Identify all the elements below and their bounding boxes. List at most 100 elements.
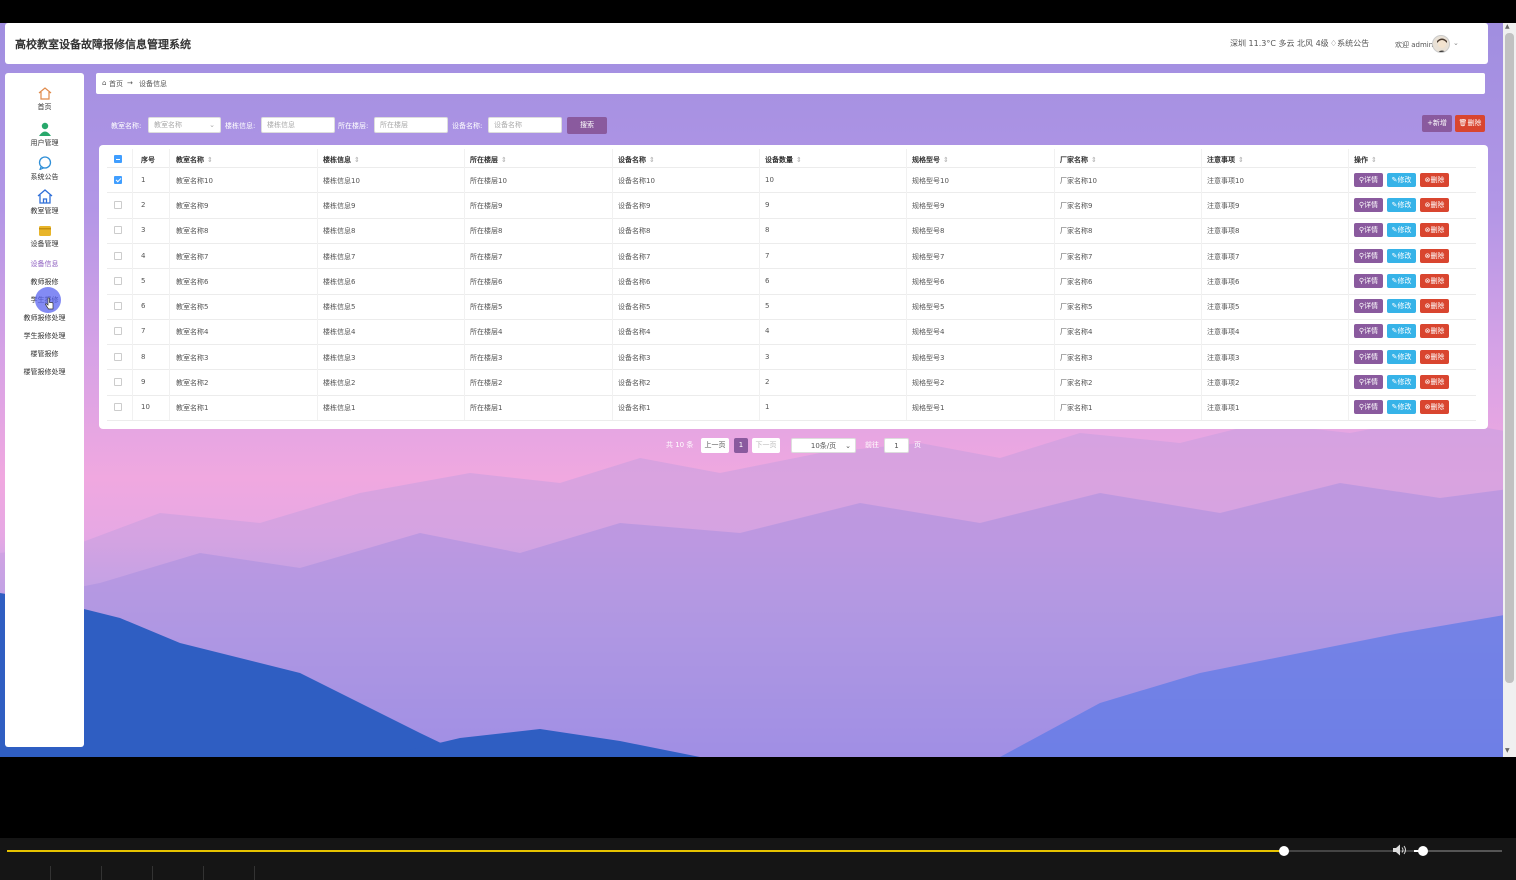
row-checkbox[interactable] bbox=[114, 352, 122, 361]
detail-button[interactable]: ⚲详情 bbox=[1354, 197, 1383, 212]
detail-button[interactable]: ⚲详情 bbox=[1354, 400, 1383, 415]
add-button[interactable]: +新增 bbox=[1422, 115, 1452, 132]
cell-vendor: 厂家名称2 bbox=[1060, 379, 1093, 388]
sidebar-subitem-building-repair-handle[interactable]: 楼管报修处理 bbox=[5, 367, 84, 377]
detail-button[interactable]: ⚲详情 bbox=[1354, 172, 1383, 187]
sidebar-subitem-building-repair[interactable]: 楼管报修 bbox=[5, 349, 84, 359]
delete-button[interactable]: ⊗删除 bbox=[1420, 248, 1449, 263]
delete-button[interactable]: ⊗删除 bbox=[1420, 400, 1449, 415]
prev-page-button[interactable]: 上一页 bbox=[701, 438, 729, 453]
edit-button[interactable]: ✎修改 bbox=[1387, 273, 1416, 288]
sidebar-item-equipment[interactable]: 设备管理 bbox=[5, 224, 84, 249]
row-checkbox[interactable] bbox=[114, 302, 122, 311]
table-row[interactable]: 10 教室名称1 楼栋信息1 所在楼层1 设备名称1 1 规格型号1 厂家名称1 注意事项1 ⚲详… bbox=[99, 395, 1488, 420]
device-input[interactable]: 设备名称 bbox=[488, 117, 562, 133]
detail-button[interactable]: ⚲详情 bbox=[1354, 273, 1383, 288]
sidebar-subitem-equipment-info[interactable]: 设备信息 bbox=[5, 259, 84, 269]
breadcrumb-home[interactable]: 首页 bbox=[109, 79, 123, 89]
table-row[interactable]: 9 教室名称2 楼栋信息2 所在楼层2 设备名称2 2 规格型号2 厂家名称2 注意事项2 ⚲详情… bbox=[99, 369, 1488, 394]
sidebar-item-home[interactable]: 首页 bbox=[5, 87, 84, 112]
delete-button[interactable]: ⊗删除 bbox=[1420, 273, 1449, 288]
cell-no: 9 bbox=[141, 378, 146, 387]
row-checkbox[interactable] bbox=[114, 276, 122, 285]
edit-button[interactable]: ✎修改 bbox=[1387, 172, 1416, 187]
detail-button[interactable]: ⚲详情 bbox=[1354, 248, 1383, 263]
sidebar-subitem-teacher-repair[interactable]: 教师报修 bbox=[5, 277, 84, 287]
table-row[interactable]: 3 教室名称8 楼栋信息8 所在楼层8 设备名称8 8 规格型号8 厂家名称8 注意事项8 ⚲详情… bbox=[99, 218, 1488, 243]
row-checkbox[interactable] bbox=[114, 403, 122, 412]
detail-button[interactable]: ⚲详情 bbox=[1354, 223, 1383, 238]
page-size-select[interactable]: 10条/页 ⌄ bbox=[791, 438, 856, 453]
detail-button[interactable]: ⚲详情 bbox=[1354, 299, 1383, 314]
sidebar-item-users[interactable]: 用户管理 bbox=[5, 122, 84, 148]
volume-handle[interactable] bbox=[1417, 846, 1428, 856]
seek-handle[interactable] bbox=[1279, 846, 1290, 856]
column-header-ops[interactable]: 操作 ⇕ bbox=[1354, 155, 1377, 165]
floor-input[interactable]: 所在楼层 bbox=[374, 117, 448, 133]
delete-button[interactable]: ⊗删除 bbox=[1420, 223, 1449, 238]
detail-button[interactable]: ⚲详情 bbox=[1354, 349, 1383, 364]
browser-viewport: 高校教室设备故障报修信息管理系统 深圳 11.3°C 多云 北风 4级 ♢系统公… bbox=[0, 23, 1516, 757]
next-page-button[interactable]: 下一页 bbox=[752, 438, 780, 453]
table-row[interactable]: 1 教室名称10 楼栋信息10 所在楼层10 设备名称10 10 规格型号10 厂家名称10 注… bbox=[99, 167, 1488, 192]
column-header-qty[interactable]: 设备数量 ⇕ bbox=[765, 155, 802, 165]
sidebar-item-label: 教室管理 bbox=[30, 207, 59, 215]
edit-button[interactable]: ✎修改 bbox=[1387, 197, 1416, 212]
scroll-up-icon[interactable]: ▲ bbox=[1505, 23, 1510, 30]
row-checkbox[interactable] bbox=[114, 226, 122, 235]
column-header-vendor[interactable]: 厂家名称 ⇕ bbox=[1060, 155, 1097, 165]
edit-button[interactable]: ✎修改 bbox=[1387, 248, 1416, 263]
edit-button[interactable]: ✎修改 bbox=[1387, 349, 1416, 364]
delete-button[interactable]: ⊗删除 bbox=[1420, 197, 1449, 212]
cell-room: 教室名称6 bbox=[176, 277, 209, 286]
room-select[interactable]: 教室名称 ⌄ bbox=[148, 117, 221, 133]
sidebar-subitem-teacher-repair-handle[interactable]: 教师报修处理 bbox=[5, 313, 84, 323]
search-button[interactable]: 搜索 bbox=[567, 117, 607, 134]
table-row[interactable]: 8 教室名称3 楼栋信息3 所在楼层3 设备名称3 3 规格型号3 厂家名称3 注意事项3 ⚲详情… bbox=[99, 344, 1488, 369]
table-row[interactable]: 7 教室名称4 楼栋信息4 所在楼层4 设备名称4 4 规格型号4 厂家名称4 注意事项4 ⚲详情… bbox=[99, 319, 1488, 344]
row-checkbox[interactable] bbox=[114, 251, 122, 260]
table-row[interactable]: 6 教室名称5 楼栋信息5 所在楼层5 设备名称5 5 规格型号5 厂家名称5 注意事项5 ⚲详情… bbox=[99, 294, 1488, 319]
delete-button[interactable]: ⊗删除 bbox=[1420, 375, 1449, 390]
chevron-down-icon[interactable]: ⌄ bbox=[1453, 39, 1459, 47]
player-divider bbox=[152, 866, 153, 880]
breadcrumb: ⌂ 首页 → 设备信息 bbox=[96, 73, 1485, 94]
batch-delete-button[interactable]: 🗑删除 bbox=[1455, 115, 1485, 132]
delete-button[interactable]: ⊗删除 bbox=[1420, 172, 1449, 187]
notice-link[interactable]: ♢系统公告 bbox=[1330, 38, 1369, 49]
edit-button[interactable]: ✎修改 bbox=[1387, 223, 1416, 238]
column-header-building[interactable]: 楼栋信息 ⇕ bbox=[323, 155, 360, 165]
column-header-note[interactable]: 注意事项 ⇕ bbox=[1207, 155, 1244, 165]
select-all-checkbox[interactable] bbox=[114, 155, 122, 163]
edit-button[interactable]: ✎修改 bbox=[1387, 375, 1416, 390]
edit-button[interactable]: ✎修改 bbox=[1387, 400, 1416, 415]
column-header-model[interactable]: 规格型号 ⇕ bbox=[912, 155, 949, 165]
volume-icon[interactable] bbox=[1392, 843, 1408, 857]
sidebar-subitem-student-repair-handle[interactable]: 学生报修处理 bbox=[5, 331, 84, 341]
scrollbar-thumb[interactable] bbox=[1505, 33, 1514, 683]
column-header-floor[interactable]: 所在楼层 ⇕ bbox=[470, 155, 507, 165]
column-header-room[interactable]: 教室名称 ⇕ bbox=[176, 155, 213, 165]
row-checkbox[interactable] bbox=[114, 327, 122, 336]
detail-button[interactable]: ⚲详情 bbox=[1354, 324, 1383, 339]
avatar[interactable] bbox=[1432, 35, 1450, 53]
table-row[interactable]: 5 教室名称6 楼栋信息6 所在楼层6 设备名称6 6 规格型号6 厂家名称6 注意事项6 ⚲详情… bbox=[99, 268, 1488, 293]
scroll-down-icon[interactable]: ▼ bbox=[1505, 747, 1510, 754]
detail-button[interactable]: ⚲详情 bbox=[1354, 375, 1383, 390]
table-row[interactable]: 2 教室名称9 楼栋信息9 所在楼层9 设备名称9 9 规格型号9 厂家名称9 注意事项9 ⚲详情… bbox=[99, 192, 1488, 217]
edit-button[interactable]: ✎修改 bbox=[1387, 299, 1416, 314]
delete-button[interactable]: ⊗删除 bbox=[1420, 324, 1449, 339]
building-input[interactable]: 楼栋信息 bbox=[261, 117, 335, 133]
page-1-button[interactable]: 1 bbox=[734, 438, 748, 453]
delete-button[interactable]: ⊗删除 bbox=[1420, 349, 1449, 364]
edit-button[interactable]: ✎修改 bbox=[1387, 324, 1416, 339]
delete-button[interactable]: ⊗删除 bbox=[1420, 299, 1449, 314]
sidebar-item-notice[interactable]: 系统公告 bbox=[5, 156, 84, 182]
sidebar-item-classroom[interactable]: 教室管理 bbox=[5, 189, 84, 216]
row-checkbox[interactable] bbox=[114, 378, 122, 387]
table-row[interactable]: 4 教室名称7 楼栋信息7 所在楼层7 设备名称7 7 规格型号7 厂家名称7 注意事项7 ⚲详情… bbox=[99, 243, 1488, 268]
goto-page-input[interactable]: 1 bbox=[884, 438, 909, 453]
row-checkbox[interactable] bbox=[114, 175, 122, 184]
row-checkbox[interactable] bbox=[114, 200, 122, 209]
column-header-device[interactable]: 设备名称 ⇕ bbox=[618, 155, 655, 165]
